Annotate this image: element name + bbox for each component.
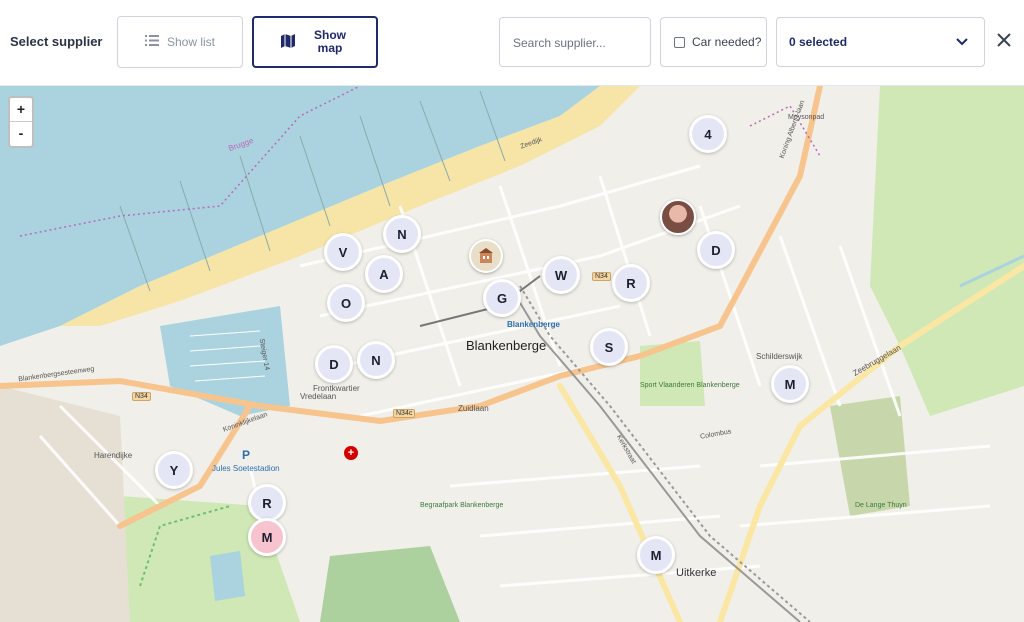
- show-map-button[interactable]: Show map: [252, 16, 378, 68]
- zoom-control: + -: [8, 96, 34, 148]
- show-list-button[interactable]: Show list: [117, 16, 243, 68]
- map-view[interactable]: + - Blankenberge Uitkerke Blankenberge J…: [0, 86, 1024, 622]
- hospital-icon: +: [344, 446, 358, 460]
- supplier-marker[interactable]: M: [637, 536, 675, 574]
- n34-shield-west: N34: [132, 392, 151, 401]
- show-list-label: Show list: [166, 35, 216, 49]
- car-needed-toggle[interactable]: Car needed?: [660, 17, 767, 67]
- close-icon[interactable]: [994, 30, 1014, 50]
- list-icon: [144, 35, 159, 49]
- schilderswijk-label: Schilderswijk: [756, 352, 803, 361]
- vredelaan-label: Vredelaan: [300, 392, 337, 401]
- supplier-marker[interactable]: A: [365, 255, 403, 293]
- selected-count: 0 selected: [789, 35, 848, 49]
- cemetery-label: Begraafpark Blankenberge: [420, 502, 504, 509]
- supplier-marker[interactable]: 4: [689, 115, 727, 153]
- supplier-marker[interactable]: R: [248, 484, 286, 522]
- supplier-marker[interactable]: D: [315, 345, 353, 383]
- car-needed-checkbox[interactable]: [674, 36, 685, 48]
- map-tiles: [0, 86, 1024, 622]
- parking-icon: P: [242, 448, 251, 462]
- supplier-marker[interactable]: O: [327, 284, 365, 322]
- show-map-label: Show map: [314, 28, 346, 55]
- sport-label: Sport Vlaanderen Blankenberge: [640, 382, 740, 389]
- supplier-marker[interactable]: R: [612, 264, 650, 302]
- n34-shield: N34: [592, 272, 611, 281]
- n34c-shield: N34c: [393, 409, 416, 418]
- supplier-marker[interactable]: D: [697, 231, 735, 269]
- zuidlaan-label: Zuidlaan: [458, 404, 489, 413]
- town-label-uitkerke: Uitkerke: [676, 567, 717, 579]
- supplier-avatar[interactable]: [660, 199, 696, 235]
- supplier-marker[interactable]: G: [483, 279, 521, 317]
- supplier-marker[interactable]: Y: [155, 451, 193, 489]
- zoom-in-button[interactable]: +: [10, 98, 32, 122]
- stadium-label: Jules Soetestadion: [212, 464, 280, 473]
- station-label: Blankenberge: [507, 320, 560, 329]
- harendijke-label: Harendijke: [94, 451, 133, 460]
- supplier-marker[interactable]: S: [590, 328, 628, 366]
- chevron-down-icon: [956, 35, 968, 49]
- moysonpad-label: Moysonpad: [788, 114, 825, 121]
- poi-building-icon[interactable]: [469, 239, 503, 273]
- supplier-toolbar: Select supplier Show list Show map Searc…: [0, 0, 1024, 86]
- town-label: Blankenberge: [466, 338, 547, 353]
- page-title: Select supplier: [10, 34, 103, 49]
- search-supplier-input[interactable]: Search supplier...: [499, 17, 651, 67]
- zoom-out-button[interactable]: -: [10, 122, 32, 146]
- supplier-select[interactable]: 0 selected: [776, 17, 985, 67]
- supplier-marker[interactable]: N: [383, 215, 421, 253]
- supplier-marker[interactable]: M: [248, 518, 286, 556]
- supplier-marker[interactable]: V: [324, 233, 362, 271]
- map-icon: [280, 33, 296, 52]
- car-needed-label: Car needed?: [692, 35, 762, 49]
- lange-thuyn-label: De Lange Thuyn: [855, 502, 907, 509]
- supplier-marker[interactable]: N: [357, 341, 395, 379]
- supplier-marker[interactable]: W: [542, 256, 580, 294]
- supplier-marker[interactable]: M: [771, 365, 809, 403]
